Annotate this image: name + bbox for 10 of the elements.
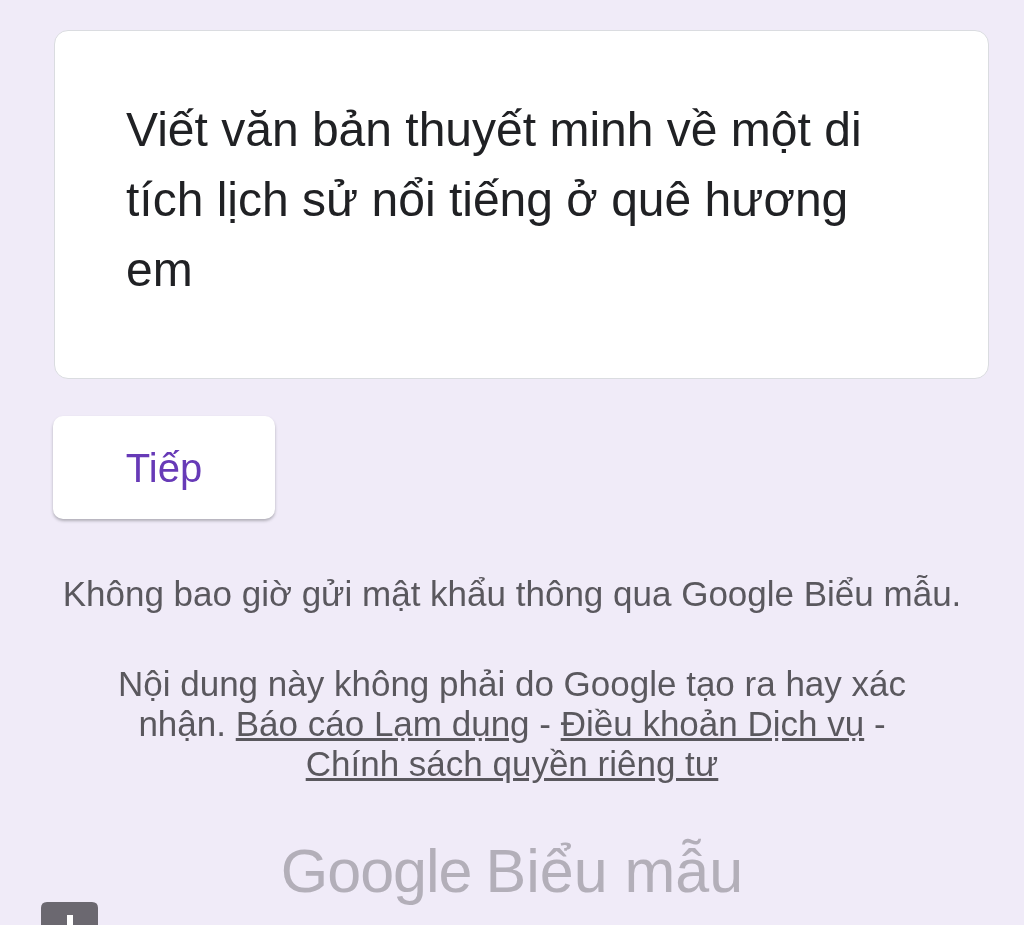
logo-product-name: Biểu mẫu xyxy=(485,836,744,906)
logo-wordmark: Google xyxy=(280,836,472,906)
disclaimer-text: Nội dung này không phải do Google tạo ra hay xác nhận. Báo cáo Lạm dụng - Điều khoản Dịch vụ - Chính sách quyền riêng tư xyxy=(116,664,907,784)
footer-link[interactable]: Báo cáo Lạm dụng xyxy=(235,704,530,743)
password-notice: Không bao giờ gửi mật khẩu thông qua Google Biểu mẫu. xyxy=(62,574,962,614)
tile-icon[interactable] xyxy=(41,902,98,925)
footer-link[interactable]: Chính sách quyền riêng tư xyxy=(305,744,719,783)
question-title: Viết văn bản thuyết minh về một di tích lịch sử nổi tiếng ở quê hương em xyxy=(126,102,863,298)
footer-link[interactable]: Điều khoản Dịch vụ xyxy=(560,704,865,743)
next-button[interactable]: Tiếp xyxy=(53,416,275,519)
